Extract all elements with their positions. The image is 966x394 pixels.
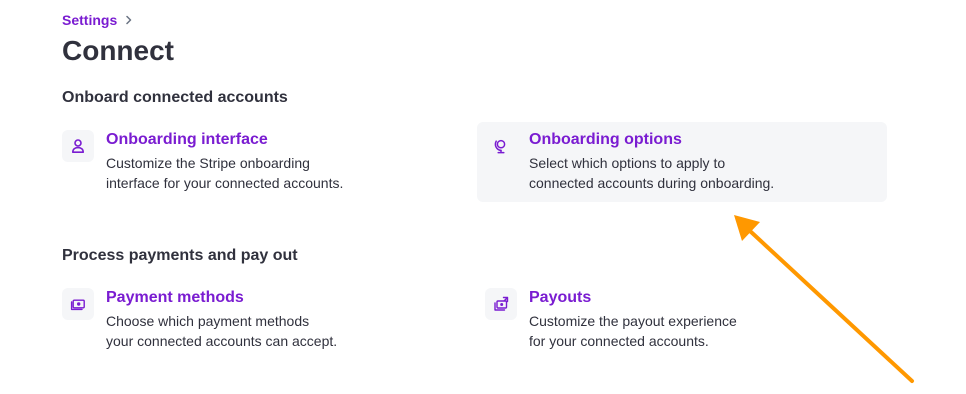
card-title[interactable]: Payouts [529,288,737,308]
card-payouts[interactable]: Payouts Customize the payout experience … [485,288,885,351]
card-description-line: your connected accounts can accept. [106,333,338,349]
card-title[interactable]: Payment methods [106,288,337,308]
card-description-line: Choose which payment methods [106,313,310,329]
card-icon-box [485,130,517,162]
card-description-line: Customize the Stripe onboarding [106,155,310,171]
card-icon-box [485,288,517,320]
section-heading-process-payments: Process payments and pay out [62,247,298,264]
card-onboarding-options[interactable]: Onboarding options Select which options … [477,122,887,202]
card-onboarding-interface[interactable]: Onboarding interface Customize the Strip… [62,130,462,193]
page-title: Connect [62,35,174,66]
card-title[interactable]: Onboarding interface [106,130,343,150]
person-icon [72,139,84,153]
card-title[interactable]: Onboarding options [529,130,774,150]
breadcrumb-settings-link[interactable]: Settings [62,11,117,29]
card-description-line: interface for your connected accounts. [106,175,344,191]
card-payment-methods[interactable]: Payment methods Choose which payment met… [62,288,462,351]
card-description-line: for your connected accounts. [529,333,709,349]
section-heading-onboard: Onboard connected accounts [62,89,288,106]
breadcrumb: Settings [62,11,134,29]
globe-stand-icon [494,139,506,154]
card-icon-box [62,130,94,162]
money-card-icon [70,299,85,311]
card-description-line: Select which options to apply to [529,155,726,171]
payout-icon [494,296,509,311]
card-description-line: connected accounts during onboarding. [529,175,775,191]
card-description-line: Customize the payout experience [529,313,737,329]
chevron-right-icon [126,15,132,25]
card-icon-box [62,288,94,320]
